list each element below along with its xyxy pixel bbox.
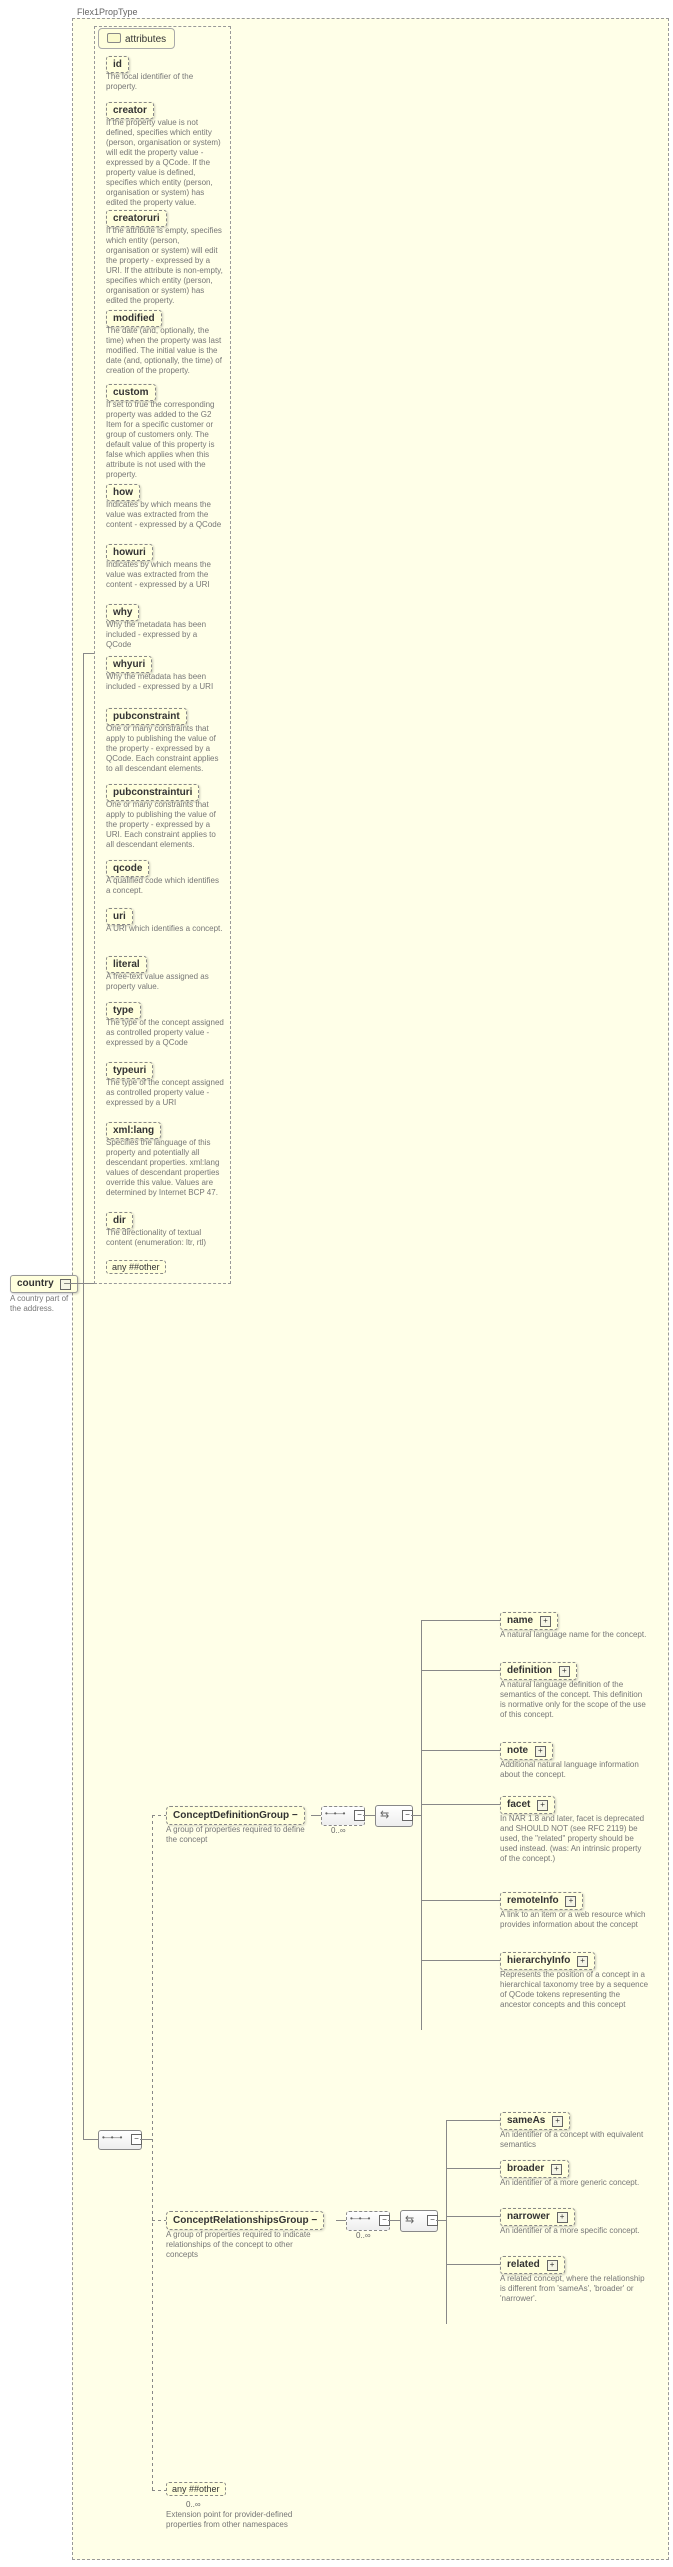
main-element-desc: A country part of the address.: [10, 1294, 80, 1314]
crg-choice[interactable]: −: [400, 2210, 438, 2232]
crg-broader-desc: An identifier of a more generic concept.: [500, 2178, 650, 2188]
c: [446, 2264, 500, 2265]
c: [421, 1620, 500, 1621]
crg-sameAs[interactable]: sameAs +: [500, 2112, 570, 2130]
c: [421, 1804, 500, 1805]
main-element[interactable]: country −: [10, 1275, 78, 1293]
cdg-remoteInfo-desc: A link to an item or a web resource whic…: [500, 1910, 650, 1930]
c: [421, 1670, 500, 1671]
cdg-note[interactable]: note +: [500, 1742, 553, 1760]
conn-h: [83, 653, 94, 654]
cdg-card: 0..∞: [331, 1826, 346, 1835]
c: [421, 1750, 500, 1751]
cdg-definition[interactable]: definition +: [500, 1662, 577, 1680]
cdg-hierarchyInfo-desc: Represents the position of a concept in …: [500, 1970, 650, 2010]
c: [152, 1815, 166, 1816]
crg-v: [446, 2120, 447, 2324]
main-element-name: country: [17, 1278, 54, 1289]
group-cdg[interactable]: ConceptDefinitionGroup −: [166, 1806, 305, 1825]
conn-main-v: [83, 1283, 84, 2139]
type-label: Flex1PropType: [77, 7, 138, 17]
split-v: [152, 1815, 153, 2490]
c: [436, 2220, 446, 2221]
c: [446, 2168, 500, 2169]
cdg-v: [421, 1620, 422, 2030]
cdg-note-desc: Additional natural language information …: [500, 1760, 650, 1780]
bottom-any-desc: Extension point for provider-defined pro…: [166, 2510, 306, 2530]
group-crg[interactable]: ConceptRelationshipsGroup −: [166, 2211, 324, 2230]
c: [421, 1960, 500, 1961]
c: [421, 1900, 500, 1901]
cdg-choice[interactable]: −: [375, 1805, 413, 1827]
bottom-any-card: 0..∞: [186, 2500, 201, 2509]
attributes-box: [94, 26, 231, 1284]
c: [388, 2220, 400, 2221]
cdg-facet-desc: In NAR 1.8 and later, facet is deprecate…: [500, 1814, 650, 1864]
crg-related-desc: A related concept, where the relationshi…: [500, 2274, 650, 2304]
crg-sameAs-desc: An identifier of a concept with equivale…: [500, 2130, 650, 2150]
cdg-seq[interactable]: −: [321, 1806, 365, 1826]
conn-v: [83, 653, 84, 1283]
bottom-any: any ##other: [166, 2482, 226, 2496]
c: [363, 1815, 375, 1816]
c: [446, 2216, 500, 2217]
connector: [67, 1283, 97, 1284]
crg-narrower[interactable]: narrower +: [500, 2208, 575, 2226]
group-crg-desc: A group of properties required to indica…: [166, 2230, 326, 2260]
c: [336, 2220, 346, 2221]
cdg-remoteInfo[interactable]: remoteInfo +: [500, 1892, 583, 1910]
main-sequence[interactable]: −: [98, 2130, 142, 2150]
cdg-facet[interactable]: facet +: [500, 1796, 555, 1814]
c: [446, 2120, 500, 2121]
c: [152, 2220, 166, 2221]
c: [311, 1815, 321, 1816]
collapse-icon[interactable]: −: [60, 1279, 71, 1290]
c: [140, 2139, 152, 2140]
c: [411, 1815, 421, 1816]
cdg-hierarchyInfo[interactable]: hierarchyInfo +: [500, 1952, 595, 1970]
crg-narrower-desc: An identifier of a more specific concept…: [500, 2226, 650, 2236]
group-cdg-desc: A group of properties required to define…: [166, 1825, 306, 1845]
cdg-definition-desc: A natural language definition of the sem…: [500, 1680, 650, 1720]
crg-broader[interactable]: broader +: [500, 2160, 569, 2178]
cdg-name[interactable]: name +: [500, 1612, 558, 1630]
crg-seq[interactable]: −: [346, 2211, 390, 2231]
crg-related[interactable]: related +: [500, 2256, 565, 2274]
cdg-name-desc: A natural language name for the concept.: [500, 1630, 650, 1640]
c: [152, 2490, 166, 2491]
crg-card: 0..∞: [356, 2231, 371, 2240]
conn-main-h: [83, 2139, 98, 2140]
